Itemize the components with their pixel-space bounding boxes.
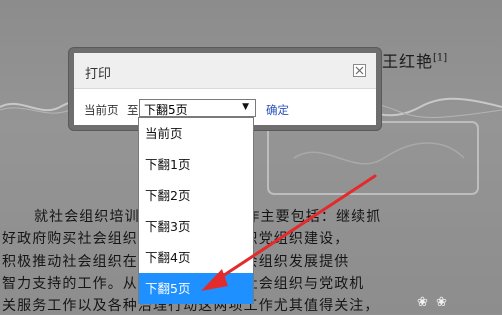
dropdown-arrow-icon: ▼ (242, 102, 249, 112)
page-range-dropdown: 当前页 下翻1页 下翻2页 下翻3页 下翻4页 下翻5页 (138, 117, 254, 304)
page-range-select[interactable]: 下翻5页 ▼ (139, 99, 256, 117)
dropdown-option[interactable]: 当前页 (139, 118, 253, 149)
dropdown-option[interactable]: 下翻1页 (139, 149, 253, 180)
close-button[interactable] (353, 64, 366, 77)
document-text-line: 就社会组织培训工作，其中的工作主要包括：继续抓 (34, 208, 502, 226)
print-dialog-panel: 打印 当前页 至 下翻5页 ▼ 确定 (74, 53, 376, 125)
close-icon (355, 66, 364, 75)
confirm-link[interactable]: 确定 (266, 102, 289, 118)
to-label: 至 (127, 103, 139, 117)
dialog-title: 打印 (85, 67, 112, 82)
dropdown-option[interactable]: 下翻3页 (139, 211, 253, 242)
document-author: 王红艳[1] (382, 52, 448, 71)
dropdown-option[interactable]: 下翻4页 (139, 242, 253, 273)
decorative-frame (267, 121, 479, 195)
select-value: 下翻5页 (144, 103, 188, 117)
paw-watermark-icon: ❀ ❀ (417, 295, 449, 310)
dialog-header: 打印 (74, 53, 376, 89)
dropdown-option[interactable]: 下翻2页 (139, 180, 253, 211)
dropdown-option-selected[interactable]: 下翻5页 (139, 273, 253, 304)
from-label: 当前页 (84, 103, 119, 117)
